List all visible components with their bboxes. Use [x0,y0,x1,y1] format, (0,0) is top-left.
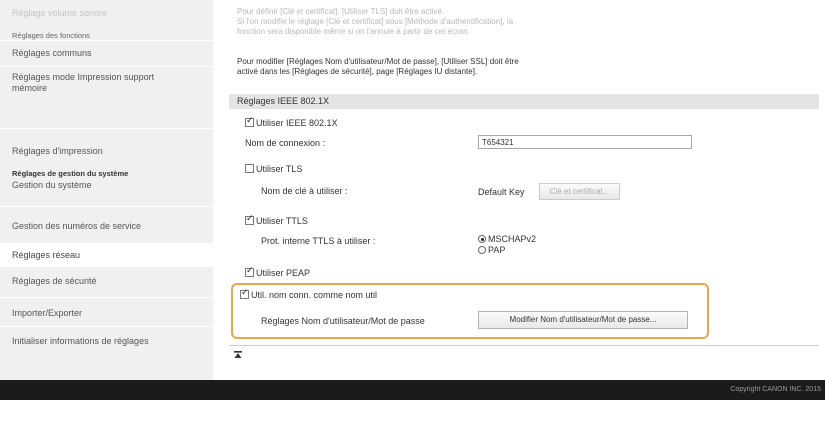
radio-mschapv2[interactable] [478,235,486,243]
use-peap-row: Utiliser PEAP [245,266,311,279]
use-ieee-row: Utiliser IEEE 802.1X [245,116,338,129]
login-name-input[interactable] [478,135,692,149]
sidebar: Réglage volume sonore Réglages des fonct… [0,0,213,380]
sidebar-item-volume[interactable]: Réglage volume sonore [0,8,213,19]
footer: Copyright CANON INC. 2015 [0,380,825,400]
use-peap-checkbox[interactable] [245,266,254,277]
use-peap-label: Utiliser PEAP [256,268,311,278]
radio-mschapv2-label: MSCHAPv2 [488,234,537,244]
ttls-option-mschapv2[interactable]: MSCHAPv2 [478,234,536,245]
ttls-protocol-label: Prot. interne TTLS à utiliser : [261,236,376,246]
sidebar-divider [0,40,213,41]
use-login-as-user-label: Util. nom conn. comme nom util [251,290,378,300]
sidebar-divider [0,326,213,327]
use-ieee-checkbox[interactable] [245,116,254,127]
note-line: activé dans les [Réglages de sécurité], … [237,67,478,76]
sidebar-section-system: Réglages de gestion du système [12,169,129,178]
sidebar-item-common[interactable]: Réglages communs [0,48,213,59]
section-title: Réglages IEEE 802.1X [229,94,819,109]
sidebar-item-security[interactable]: Réglages de sécurité [0,276,213,287]
sidebar-item-system[interactable]: Gestion du système [0,180,213,191]
use-ieee-label: Utiliser IEEE 802.1X [256,118,338,128]
sidebar-item-import-export[interactable]: Importer/Exporter [0,308,213,319]
login-name-label: Nom de connexion : [245,138,326,148]
copyright: Copyright CANON INC. 2015 [730,386,821,393]
key-certificate-button[interactable]: Clé et certificat... [539,183,620,200]
use-tls-label: Utiliser TLS [256,164,303,174]
use-tls-row: Utiliser TLS [245,164,302,175]
sidebar-item-print[interactable]: Réglages d'impression [0,146,213,157]
sidebar-divider [0,297,213,298]
sidebar-item-initialize[interactable]: Initialiser informations de réglages [0,336,213,347]
main-content: Pour définir [Clé et certificat], [Utili… [213,0,825,380]
use-ttls-label: Utiliser TTLS [256,216,308,226]
sidebar-divider [0,206,213,207]
sidebar-item-network[interactable]: Réglages réseau [0,243,213,267]
ttls-option-pap[interactable]: PAP [478,245,505,256]
modify-credentials-button[interactable]: Modifier Nom d'utilisateur/Mot de passe.… [478,311,688,329]
sidebar-item-service-numbers[interactable]: Gestion des numéros de service [0,221,213,232]
use-ttls-row: Utiliser TTLS [245,214,308,227]
use-ttls-checkbox[interactable] [245,214,254,225]
use-login-as-user-checkbox[interactable] [240,288,249,299]
radio-pap-label: PAP [488,245,506,255]
sidebar-divider [0,128,213,129]
radio-pap[interactable] [478,246,486,254]
note-line: fonction sera disponible même si on l'an… [237,27,470,36]
section-divider [229,345,819,346]
key-name-value: Default Key [478,187,525,197]
note-line: Pour modifier [Réglages Nom d'utilisateu… [237,57,519,66]
note-line: Si l'on modifie le réglage [Clé et certi… [237,17,514,26]
use-login-as-user-row: Util. nom conn. comme nom util [240,288,378,301]
credentials-label: Réglages Nom d'utilisateur/Mot de passe [261,316,425,326]
key-name-label: Nom de clé à utiliser : [261,186,348,196]
sidebar-item-memory-print[interactable]: Réglages mode Impression support mémoire [0,72,190,94]
page-top-icon[interactable] [233,350,243,360]
note-line: Pour définir [Clé et certificat], [Utili… [237,7,445,16]
use-tls-checkbox[interactable] [245,164,254,173]
sidebar-divider [0,66,213,67]
